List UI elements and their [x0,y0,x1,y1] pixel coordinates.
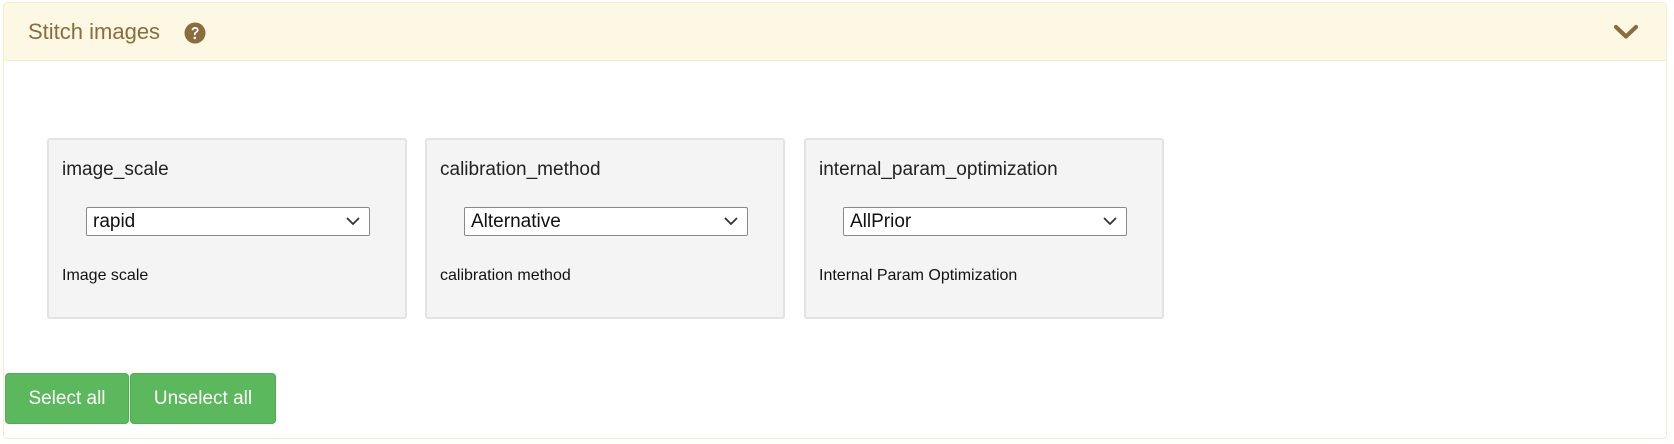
option-name: calibration_method [440,159,601,180]
unselect-all-button[interactable]: Unselect all [130,373,276,424]
option-card-image-scale: image_scale rapid Image scale [47,138,407,319]
chevron-down-icon [346,217,360,225]
calibration-method-select[interactable]: Alternative [464,207,748,236]
option-description: Image scale [62,267,149,284]
select-all-button[interactable]: Select all [5,373,129,424]
option-description: calibration method [440,267,571,284]
option-description: Internal Param Optimization [819,267,1018,284]
select-value: Alternative [471,211,561,232]
stitch-images-panel: Stitch images image_scale rapid Image sc… [3,2,1667,439]
select-value: AllPrior [850,211,912,232]
option-card-internal-param-optimization: internal_param_optimization AllPrior Int… [804,138,1164,319]
option-name: image_scale [62,159,169,180]
option-name: internal_param_optimization [819,159,1058,180]
panel-title: Stitch images [28,19,161,44]
select-value: rapid [93,211,136,232]
image-scale-select[interactable]: rapid [86,207,370,236]
chevron-down-icon [724,217,738,225]
question-circle-icon[interactable] [184,22,206,44]
option-card-calibration-method: calibration_method Alternative calibrati… [425,138,785,319]
panel-heading[interactable]: Stitch images [4,3,1666,61]
chevron-down-icon[interactable] [1613,24,1639,40]
internal-param-optimization-select[interactable]: AllPrior [843,207,1127,236]
chevron-down-icon [1103,217,1117,225]
